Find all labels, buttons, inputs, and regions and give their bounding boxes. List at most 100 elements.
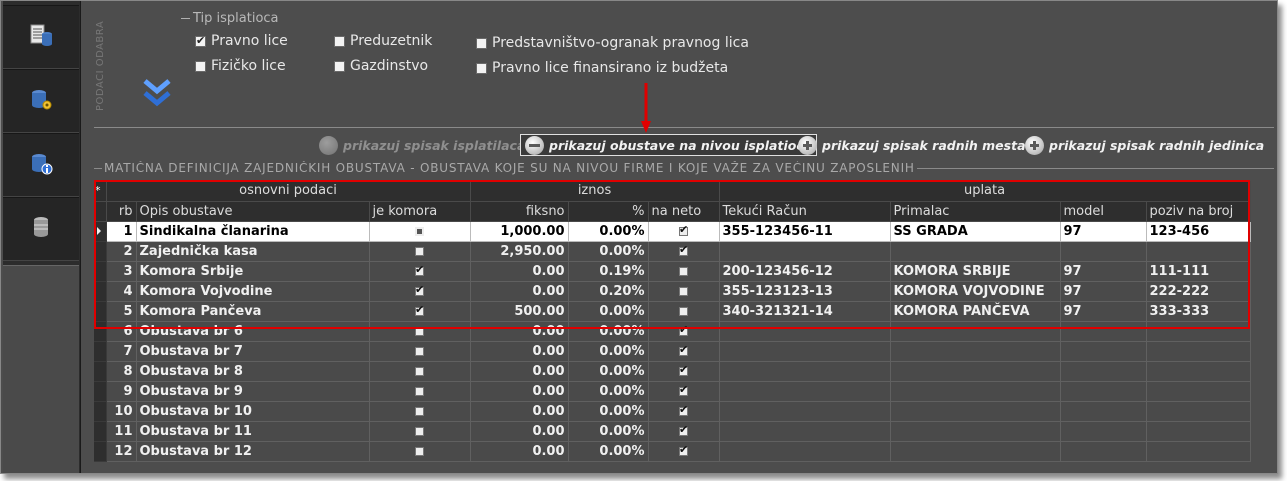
cell-racun[interactable] bbox=[719, 441, 891, 462]
cell-komora[interactable] bbox=[369, 321, 471, 342]
cell-procenat[interactable]: 0.19% bbox=[568, 261, 649, 282]
action-selected-frame[interactable]: prikazuj obustave na nivou isplatioca bbox=[520, 134, 818, 156]
cell-poziv[interactable] bbox=[1146, 441, 1251, 462]
table-row[interactable]: 11 Obustava br 11 0.00 0.00% bbox=[94, 421, 1251, 442]
checkbox-neto[interactable] bbox=[679, 403, 688, 416]
cell-primalac[interactable]: SS GRADA bbox=[890, 221, 1061, 242]
cell-model[interactable] bbox=[1060, 241, 1147, 262]
cell-rb[interactable]: 8 bbox=[106, 361, 137, 382]
cell-neto[interactable] bbox=[648, 421, 720, 442]
cell-neto[interactable] bbox=[648, 321, 720, 342]
cell-poziv[interactable] bbox=[1146, 321, 1251, 342]
cell-procenat[interactable]: 0.00% bbox=[568, 301, 649, 322]
cell-fiksno[interactable]: 0.00 bbox=[470, 261, 569, 282]
table-row[interactable]: 1Sindikalna članarina 1,000.000.00% 355-12… bbox=[94, 221, 1251, 242]
cell-model[interactable]: 97 bbox=[1060, 301, 1147, 322]
table-row[interactable]: 2 Zajednička kasa 2,950.00 0.00% bbox=[94, 241, 1251, 262]
database-button[interactable] bbox=[3, 197, 79, 261]
cell-komora[interactable] bbox=[369, 421, 471, 442]
cell-procenat[interactable]: 0.00% bbox=[568, 341, 649, 362]
cell-procenat[interactable]: 0.00% bbox=[568, 441, 649, 462]
cell-neto[interactable] bbox=[648, 221, 720, 242]
col-model[interactable]: model bbox=[1060, 201, 1147, 222]
cell-procenat[interactable]: 0.00% bbox=[568, 321, 649, 342]
checkbox-pravno-lice[interactable]: Pravno lice bbox=[195, 33, 288, 49]
cell-poziv[interactable]: 222-222 bbox=[1146, 281, 1251, 302]
cell-fiksno[interactable]: 0.00 bbox=[470, 381, 569, 402]
cell-racun[interactable] bbox=[719, 241, 891, 262]
cell-poziv[interactable] bbox=[1146, 241, 1251, 262]
cell-procenat[interactable]: 0.00% bbox=[568, 221, 649, 242]
checkbox-neto[interactable] bbox=[679, 286, 689, 296]
cell-model[interactable] bbox=[1060, 421, 1147, 442]
cell-poziv[interactable]: 111-111 bbox=[1146, 261, 1251, 282]
checkbox-komora[interactable] bbox=[415, 326, 424, 336]
cell-primalac[interactable]: KOMORA SRBIJE bbox=[890, 261, 1061, 282]
cell-rb[interactable]: 7 bbox=[106, 341, 137, 362]
checkbox-neto[interactable] bbox=[679, 323, 688, 336]
cell-racun[interactable]: 355-123123-13 bbox=[719, 281, 891, 302]
cell-racun[interactable]: 355-123456-11 bbox=[719, 221, 891, 242]
checkbox-box[interactable] bbox=[476, 37, 487, 49]
cell-model[interactable] bbox=[1060, 341, 1147, 362]
database-settings-button[interactable] bbox=[3, 69, 79, 133]
col-neto[interactable]: na neto bbox=[648, 201, 720, 222]
checkbox-neto[interactable] bbox=[679, 243, 688, 256]
checkbox-fizicko-lice[interactable]: Fizičko lice bbox=[195, 58, 286, 74]
action-radna-mesta[interactable]: prikazuj spisak radnih mesta bbox=[798, 132, 1026, 158]
checkbox-predstavnistvo[interactable]: Predstavništvo-ogranak pravnog lica bbox=[476, 35, 749, 51]
cell-model[interactable]: 97 bbox=[1060, 221, 1147, 242]
cell-primalac[interactable] bbox=[890, 241, 1061, 262]
cell-komora[interactable] bbox=[369, 241, 471, 262]
checkbox-preduzetnik[interactable]: Preduzetnik bbox=[334, 33, 432, 49]
cell-racun[interactable] bbox=[719, 361, 891, 382]
database-info-button[interactable] bbox=[3, 133, 79, 197]
cell-poziv[interactable] bbox=[1146, 361, 1251, 382]
cell-poziv[interactable] bbox=[1146, 381, 1251, 402]
cell-model[interactable]: 97 bbox=[1060, 261, 1147, 282]
action-radne-jedinice[interactable]: prikazuj spisak radnih jedinica bbox=[1025, 132, 1264, 158]
cell-model[interactable] bbox=[1060, 441, 1147, 462]
cell-komora[interactable] bbox=[369, 381, 471, 402]
cell-neto[interactable] bbox=[648, 261, 720, 282]
action-obustave-isplatioca[interactable]: prikazuj obustave na nivou isplatioca bbox=[520, 132, 818, 158]
cell-rb[interactable]: 2 bbox=[106, 241, 137, 262]
cell-fiksno[interactable]: 0.00 bbox=[470, 321, 569, 342]
cell-opis[interactable]: Komora Vojvodine bbox=[136, 281, 370, 302]
cell-procenat[interactable]: 0.00% bbox=[568, 421, 649, 442]
cell-procenat[interactable]: 0.20% bbox=[568, 281, 649, 302]
cell-opis[interactable]: Obustava br 10 bbox=[136, 401, 370, 422]
cell-model[interactable] bbox=[1060, 401, 1147, 422]
col-racun[interactable]: Tekući Račun bbox=[719, 201, 891, 222]
cell-primalac[interactable] bbox=[890, 341, 1061, 362]
table-row[interactable]: 3Komora Srbije 0.000.19% 200-123456-12KOMO… bbox=[94, 261, 1251, 282]
cell-fiksno[interactable]: 1,000.00 bbox=[470, 221, 569, 242]
cell-opis[interactable]: Obustava br 7 bbox=[136, 341, 370, 362]
checkbox-neto[interactable] bbox=[679, 266, 689, 276]
col-poziv[interactable]: poziv na broj bbox=[1146, 201, 1251, 222]
cell-opis[interactable]: Obustava br 8 bbox=[136, 361, 370, 382]
checkbox-komora[interactable] bbox=[415, 303, 424, 316]
cell-fiksno[interactable]: 500.00 bbox=[470, 301, 569, 322]
cell-fiksno[interactable]: 0.00 bbox=[470, 441, 569, 462]
col-fiksno[interactable]: fiksno bbox=[470, 201, 569, 222]
cell-primalac[interactable] bbox=[890, 441, 1061, 462]
cell-primalac[interactable]: KOMORA PANČEVA bbox=[890, 301, 1061, 322]
checkbox-neto[interactable] bbox=[679, 423, 688, 436]
cell-poziv[interactable]: 123-456 bbox=[1146, 221, 1251, 242]
cell-primalac[interactable] bbox=[890, 421, 1061, 442]
cell-poziv[interactable] bbox=[1146, 341, 1251, 362]
cell-komora[interactable] bbox=[369, 441, 471, 462]
cell-primalac[interactable] bbox=[890, 401, 1061, 422]
cell-neto[interactable] bbox=[648, 381, 720, 402]
col-komora[interactable]: je komora bbox=[369, 201, 471, 222]
cell-opis[interactable]: Zajednička kasa bbox=[136, 241, 370, 262]
cell-neto[interactable] bbox=[648, 341, 720, 362]
col-procenat[interactable]: % bbox=[568, 201, 649, 222]
cell-poziv[interactable] bbox=[1146, 401, 1251, 422]
cell-model[interactable] bbox=[1060, 381, 1147, 402]
cell-neto[interactable] bbox=[648, 281, 720, 302]
cell-opis[interactable]: Obustava br 12 bbox=[136, 441, 370, 462]
col-opis[interactable]: Opis obustave bbox=[136, 201, 370, 222]
cell-rb[interactable]: 5 bbox=[106, 301, 137, 322]
